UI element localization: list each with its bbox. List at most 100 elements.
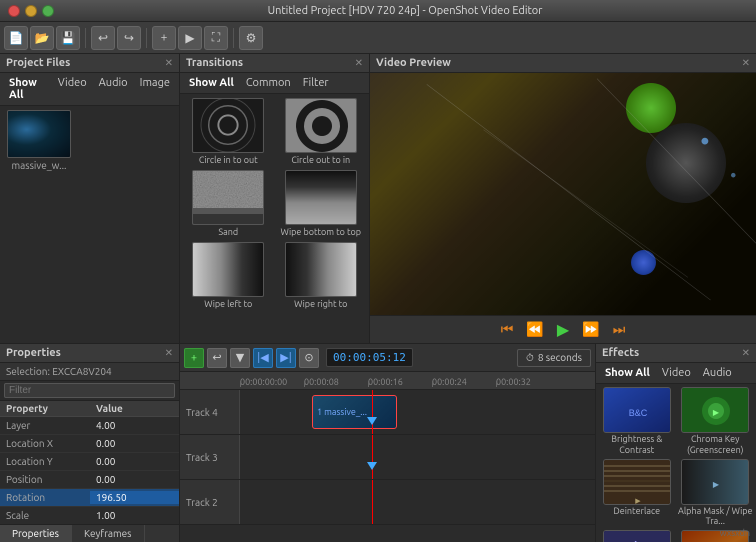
ruler-marks: 00:00:00:00 00:00:08 00:00:16 00:00:24 0… [240, 377, 560, 387]
preferences-button[interactable]: ⚙ [239, 26, 263, 50]
back-button[interactable]: ⏪ [525, 320, 545, 340]
tab-video[interactable]: Video [55, 76, 90, 102]
window-controls [8, 5, 54, 17]
track-content[interactable] [240, 480, 595, 524]
prop-name: Rotation [0, 491, 90, 504]
play-button[interactable]: ▶ [553, 320, 573, 340]
list-item[interactable]: Wipe right to [277, 242, 366, 310]
save-button[interactable]: 💾 [56, 26, 80, 50]
list-item[interactable]: Circle in to out [184, 98, 273, 166]
list-item[interactable]: B&C Brightness & Contrast [599, 387, 675, 456]
transitions-tabs: Show All Common Filter [180, 73, 369, 94]
transition-thumb-circle-out [285, 98, 357, 153]
maximize-button[interactable] [42, 5, 54, 17]
ruler-mark: 00:00:00:00 [240, 377, 304, 387]
timeline-clip[interactable]: 1 massive_... [312, 395, 397, 429]
panel-options-icon[interactable]: ✕ [165, 57, 173, 69]
properties-tabs: Properties Keyframes [0, 524, 179, 542]
timeline-zoom-button[interactable]: ⊙ [299, 348, 319, 368]
prop-value[interactable]: 1.00 [90, 509, 121, 522]
list-item[interactable]: ▶ Alpha Mask / Wipe Tra... [678, 459, 754, 528]
preview-close-icon[interactable]: ✕ [742, 57, 750, 69]
table-row: Track 3 [180, 435, 595, 480]
close-button[interactable] [8, 5, 20, 17]
timeline-ruler: 00:00:00:00 00:00:08 00:00:16 00:00:24 0… [180, 372, 595, 390]
fullscreen-button[interactable]: ⛶ [204, 26, 228, 50]
list-item[interactable]: Sand [184, 170, 273, 238]
props-tab-properties[interactable]: Properties [0, 525, 72, 542]
track-content[interactable]: 1 massive_... [240, 390, 595, 434]
effects-tabs: Show All Video Audio [596, 363, 756, 384]
list-item[interactable]: massive_w... [4, 110, 74, 171]
main-toolbar: 📄 📂 💾 ↩ ↪ + ▶ ⛶ ⚙ [0, 22, 756, 54]
effect-thumb-chroma: ▶ [681, 387, 749, 433]
tab-image[interactable]: Image [137, 76, 173, 102]
trans-tab-showall[interactable]: Show All [186, 76, 237, 90]
redo-button[interactable]: ↪ [117, 26, 141, 50]
effects-tab-showall[interactable]: Show All [602, 366, 653, 380]
timeline-prev-button[interactable]: |◀ [253, 348, 273, 368]
transitions-close-icon[interactable]: ✕ [355, 57, 363, 69]
project-files-title: Project Files [6, 57, 70, 69]
list-item[interactable]: Circle out to in [277, 98, 366, 166]
prop-value-editable[interactable]: 196.50 [90, 491, 179, 504]
window-title: Untitled Project [HDV 720 24p] - OpenSho… [62, 5, 748, 17]
preview-area [370, 73, 756, 315]
effects-header: Effects ✕ [596, 344, 756, 363]
properties-close-icon[interactable]: ✕ [165, 347, 173, 359]
tab-audio[interactable]: Audio [96, 76, 131, 102]
clock-icon: ⏱ [526, 352, 534, 364]
transition-thumb-sand [192, 170, 264, 225]
properties-filter [0, 381, 179, 401]
track-content[interactable] [240, 435, 595, 479]
open-button[interactable]: 📂 [30, 26, 54, 50]
add-track-button[interactable]: + [184, 348, 204, 368]
effects-close-icon[interactable]: ✕ [742, 347, 750, 359]
table-row: Track 4 1 massive_... [180, 390, 595, 435]
prop-value[interactable]: 0.00 [90, 437, 121, 450]
minimize-button[interactable] [25, 5, 37, 17]
rewind-button[interactable]: ⏮ [497, 320, 517, 340]
forward-button[interactable]: ⏩ [581, 320, 601, 340]
filter-input[interactable] [4, 383, 175, 398]
list-item[interactable]: Wipe left to [184, 242, 273, 310]
timeline-filter-button[interactable]: ▼ [230, 348, 250, 368]
list-item[interactable]: ▶ Deinterlace [599, 459, 675, 528]
list-item[interactable]: ▶ Chroma Key (Greenscreen) [678, 387, 754, 456]
export-button[interactable]: ▶ [178, 26, 202, 50]
prop-name: Position [0, 473, 90, 486]
end-button[interactable]: ⏭ [609, 320, 629, 340]
transition-label: Circle in to out [199, 155, 258, 166]
prop-value[interactable]: 0.00 [90, 455, 121, 468]
properties-icons: ✕ [165, 347, 173, 359]
effects-tab-audio[interactable]: Audio [700, 366, 735, 380]
trans-tab-common[interactable]: Common [243, 76, 294, 90]
track-label: Track 2 [180, 480, 240, 524]
import-button[interactable]: + [152, 26, 176, 50]
timeline-back-button[interactable]: ↩ [207, 348, 227, 368]
project-files-tabs: Show All Video Audio Image [0, 73, 179, 106]
transition-label: Wipe bottom to top [280, 227, 361, 238]
effects-title: Effects [602, 347, 639, 359]
sep3 [233, 28, 234, 48]
list-item[interactable]: Wipe bottom to top [277, 170, 366, 238]
ruler-mark: 00:00:32 [496, 377, 560, 387]
effects-tab-video[interactable]: Video [659, 366, 694, 380]
transition-thumb-wipe-r [285, 242, 357, 297]
tab-show-all[interactable]: Show All [6, 76, 49, 102]
undo-button[interactable]: ↩ [91, 26, 115, 50]
list-item[interactable]: ▶ Negative Negative [599, 530, 675, 542]
timeline-panel: + ↩ ▼ |◀ ▶| ⊙ 00:00:05:12 ⏱ 8 seconds 00… [180, 344, 596, 542]
prop-name: Layer [0, 419, 90, 432]
prop-value[interactable]: 4.00 [90, 419, 121, 432]
svg-text:▶: ▶ [635, 498, 641, 505]
effects-panel: Effects ✕ Show All Video Audio B&C [596, 344, 756, 542]
prop-value[interactable]: 0.00 [90, 473, 121, 486]
bottom-panels: Properties ✕ Selection: EXCCA8V204 Prope… [0, 344, 756, 542]
trans-tab-filter[interactable]: Filter [300, 76, 332, 90]
ruler-mark: 00:00:16 [368, 377, 432, 387]
props-tab-keyframes[interactable]: Keyframes [72, 525, 145, 542]
new-button[interactable]: 📄 [4, 26, 28, 50]
ruler-mark: 00:00:24 [432, 377, 496, 387]
timeline-next-button[interactable]: ▶| [276, 348, 296, 368]
